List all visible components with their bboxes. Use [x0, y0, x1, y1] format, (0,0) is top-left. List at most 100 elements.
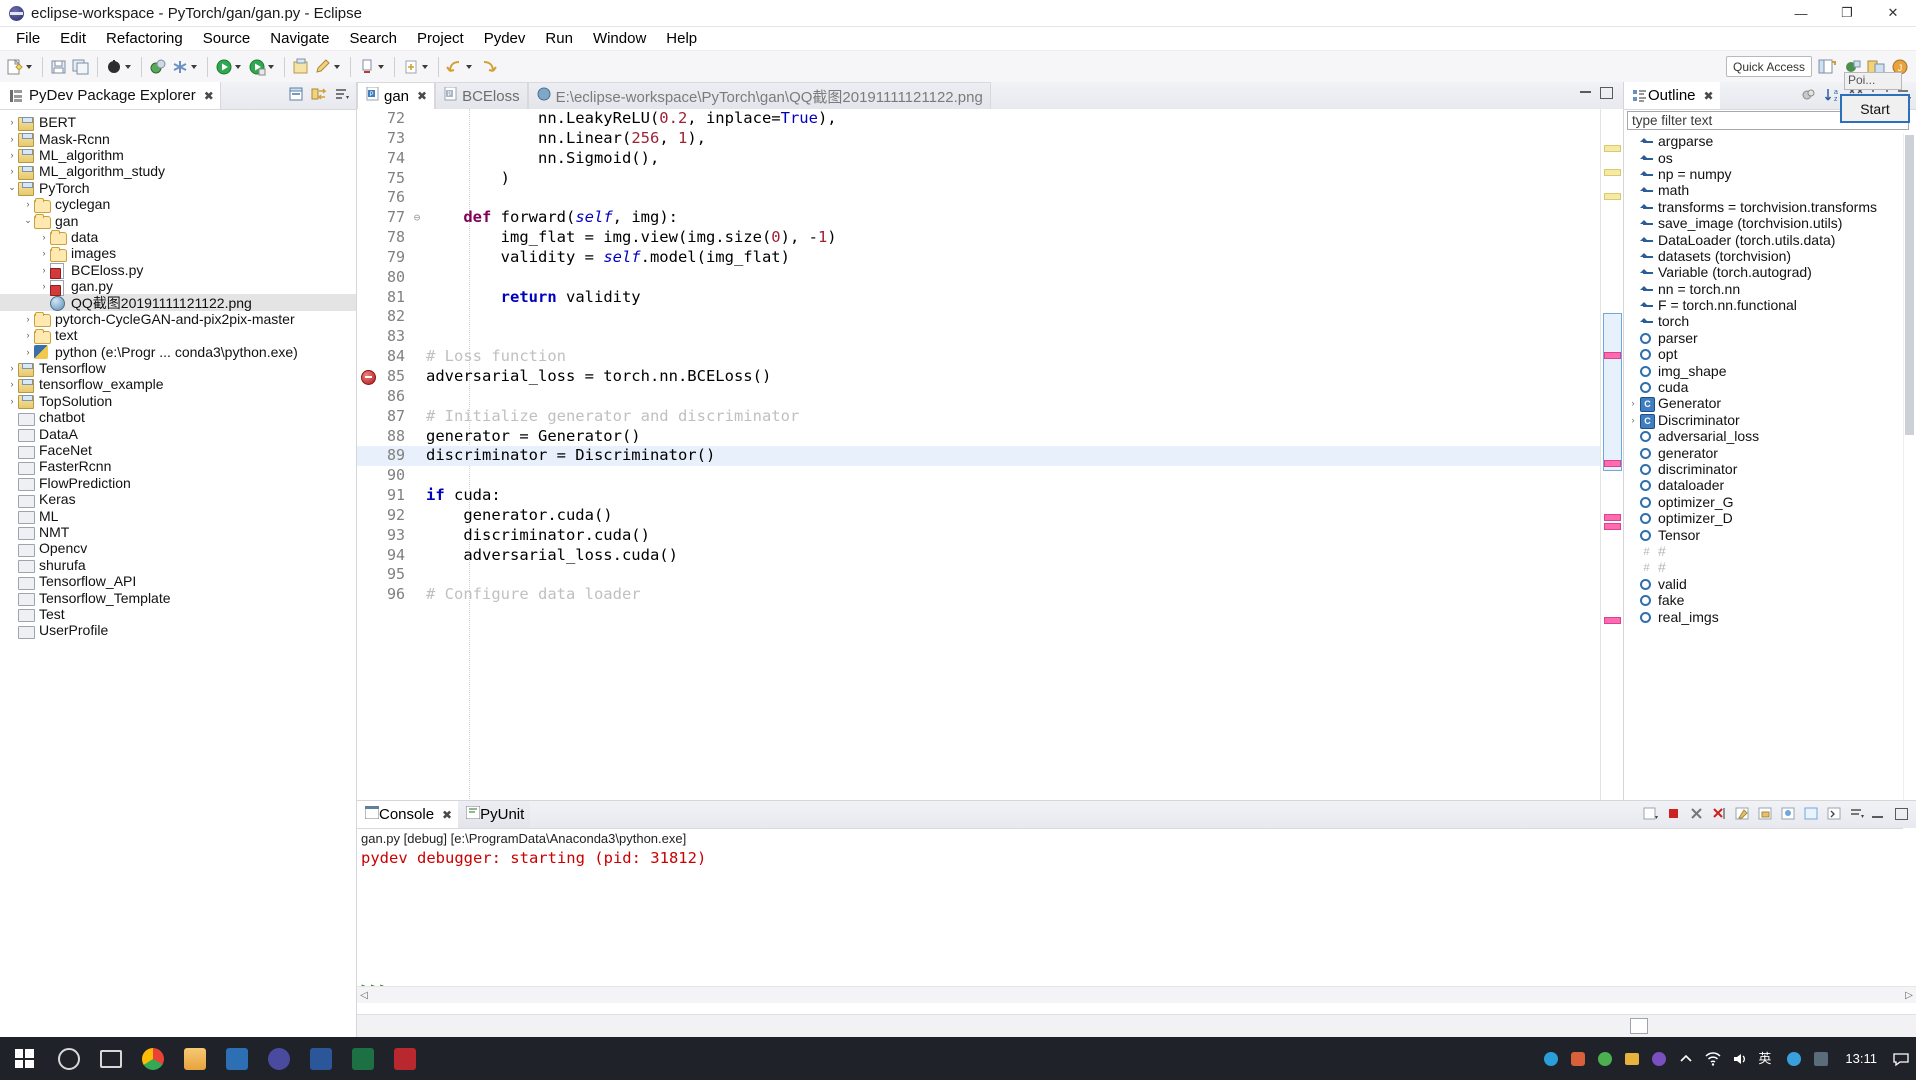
view-menu-icon[interactable]: [334, 86, 350, 102]
overview-error-mark[interactable]: [1604, 352, 1621, 359]
chevron-right-icon[interactable]: ›: [6, 166, 18, 176]
overview-error-mark[interactable]: [1604, 514, 1621, 521]
chevron-right-icon[interactable]: ›: [22, 199, 34, 209]
outline-scroll-thumb[interactable]: [1905, 135, 1914, 435]
link-with-editor-icon[interactable]: [311, 86, 327, 102]
outline-item[interactable]: math: [1627, 182, 1904, 198]
chevron-down-icon[interactable]: [378, 64, 384, 69]
overview-error-mark[interactable]: [1604, 460, 1621, 467]
clear-console-icon[interactable]: [1734, 805, 1751, 822]
outline-item[interactable]: F = torch.nn.functional: [1627, 297, 1904, 313]
outline-item[interactable]: np = numpy: [1627, 166, 1904, 182]
tray-app-icon[interactable]: [1596, 1050, 1614, 1068]
code-line[interactable]: 85 adversarial_loss = torch.nn.BCELoss(): [357, 367, 1601, 387]
outline-item[interactable]: img_shape: [1627, 362, 1904, 379]
tree-item[interactable]: › BCEloss.py: [0, 262, 356, 280]
taskbar-app-explorer[interactable]: [174, 1037, 216, 1080]
console-menu-icon[interactable]: [1849, 805, 1866, 822]
tree-item[interactable]: › python (e:\Progr ... conda3\python.exe): [0, 343, 356, 360]
chevron-right-icon[interactable]: ›: [6, 363, 18, 373]
chevron-down-icon[interactable]: [191, 64, 197, 69]
taskbar-app-eclipse[interactable]: [258, 1037, 300, 1080]
tree-item[interactable]: FlowPrediction: [0, 475, 356, 492]
console-tab-pyunit[interactable]: PyUnit: [458, 801, 531, 828]
action-center-icon[interactable]: [1892, 1050, 1910, 1068]
code-line[interactable]: 79 validity = self.model(img_flat): [357, 248, 1601, 268]
tree-item[interactable]: › Tensorflow: [0, 360, 356, 377]
outline-item[interactable]: parser: [1627, 330, 1904, 346]
outline-item[interactable]: optimizer_G: [1627, 494, 1904, 510]
outline-item[interactable]: nn = torch.nn: [1627, 281, 1904, 297]
tray-app-icon[interactable]: [1650, 1050, 1668, 1068]
tab-outline[interactable]: Outline ✖: [1624, 82, 1720, 109]
tray-app-icon[interactable]: [1812, 1050, 1830, 1068]
code-line[interactable]: 77 ⊖ def forward(self, img):: [357, 208, 1601, 228]
menu-item-search[interactable]: Search: [339, 28, 407, 49]
save-all-button[interactable]: [70, 54, 92, 80]
code-line[interactable]: 76: [357, 188, 1601, 208]
run-external-button[interactable]: [246, 54, 279, 80]
forward-button[interactable]: [477, 54, 499, 80]
outline-item[interactable]: os: [1627, 149, 1904, 166]
code-line[interactable]: 83: [357, 327, 1601, 347]
close-button[interactable]: ✕: [1870, 0, 1916, 26]
task-view-button[interactable]: [90, 1037, 132, 1080]
open-perspective-icon[interactable]: [1816, 57, 1836, 75]
code-line[interactable]: 86: [357, 387, 1601, 407]
search-taskbar-button[interactable]: [48, 1037, 90, 1080]
taskbar-app-pdf[interactable]: [384, 1037, 426, 1080]
outline-item[interactable]: opt: [1627, 346, 1904, 362]
outline-item[interactable]: argparse: [1627, 133, 1904, 149]
editor-minimize-button[interactable]: [1580, 88, 1591, 93]
sort-alphabetical-icon[interactable]: az: [1824, 87, 1840, 103]
overview-warning-mark[interactable]: [1604, 169, 1621, 176]
console-dropdown-icon[interactable]: [1642, 805, 1659, 822]
tree-item[interactable]: › tensorflow_example: [0, 376, 356, 393]
code-line[interactable]: 89 discriminator = Discriminator(): [357, 446, 1601, 467]
tree-item[interactable]: FasterRcnn: [0, 458, 356, 475]
taskbar-app-chrome[interactable]: [132, 1037, 174, 1080]
code-line[interactable]: 92 generator.cuda(): [357, 506, 1601, 526]
menu-item-run[interactable]: Run: [535, 28, 583, 49]
tree-item[interactable]: › data: [0, 229, 356, 246]
tree-item[interactable]: Tensorflow_Template: [0, 589, 356, 607]
scroll-lock-icon[interactable]: [1757, 805, 1774, 822]
outline-item[interactable]: torch: [1627, 313, 1904, 329]
tree-item[interactable]: FaceNet: [0, 442, 356, 459]
code-line[interactable]: 81 return validity: [357, 288, 1601, 308]
scroll-left-icon[interactable]: ◁: [357, 990, 371, 1001]
input-method-icon[interactable]: 英: [1758, 1050, 1776, 1068]
outline-item[interactable]: discriminator: [1627, 461, 1904, 477]
back-button[interactable]: [444, 54, 477, 80]
tray-app-icon[interactable]: [1785, 1050, 1803, 1068]
overview-viewport-box[interactable]: [1603, 313, 1622, 471]
tree-item[interactable]: ⌄ PyTorch: [0, 180, 356, 197]
code-line[interactable]: 90: [357, 466, 1601, 486]
outline-item[interactable]: optimizer_D: [1627, 510, 1904, 526]
code-line[interactable]: 82: [357, 307, 1601, 327]
outline-item[interactable]: # #: [1627, 543, 1904, 559]
menu-item-source[interactable]: Source: [193, 28, 261, 49]
outline-item[interactable]: generator: [1627, 444, 1904, 461]
chevron-right-icon[interactable]: ›: [1627, 398, 1639, 408]
console-horizontal-scrollbar-top[interactable]: ◁ ▷: [357, 986, 1916, 1003]
close-icon[interactable]: ✖: [417, 89, 427, 103]
taskbar-clock[interactable]: 13:11: [1839, 1051, 1883, 1066]
scroll-track[interactable]: [371, 989, 1902, 1001]
fold-marker[interactable]: ⊖: [411, 208, 423, 228]
menu-item-file[interactable]: File: [6, 28, 50, 49]
debug-button[interactable]: [103, 54, 136, 80]
code-line[interactable]: 91 if cuda:: [357, 486, 1601, 506]
tree-item[interactable]: › cyclegan: [0, 196, 356, 213]
chevron-right-icon[interactable]: ›: [6, 117, 18, 127]
chevron-right-icon[interactable]: ›: [22, 347, 34, 357]
outline-item[interactable]: real_imgs: [1627, 608, 1904, 625]
chevron-down-icon[interactable]: [334, 64, 340, 69]
chevron-down-icon[interactable]: [268, 64, 274, 69]
comment-button[interactable]: [312, 54, 345, 80]
code-line[interactable]: 72 nn.LeakyReLU(0.2, inplace=True),: [357, 109, 1601, 129]
chevron-right-icon[interactable]: ›: [38, 265, 50, 275]
close-icon[interactable]: ✖: [204, 89, 214, 103]
chevron-right-icon[interactable]: ›: [6, 150, 18, 160]
scroll-right-icon[interactable]: ▷: [1902, 990, 1916, 1001]
